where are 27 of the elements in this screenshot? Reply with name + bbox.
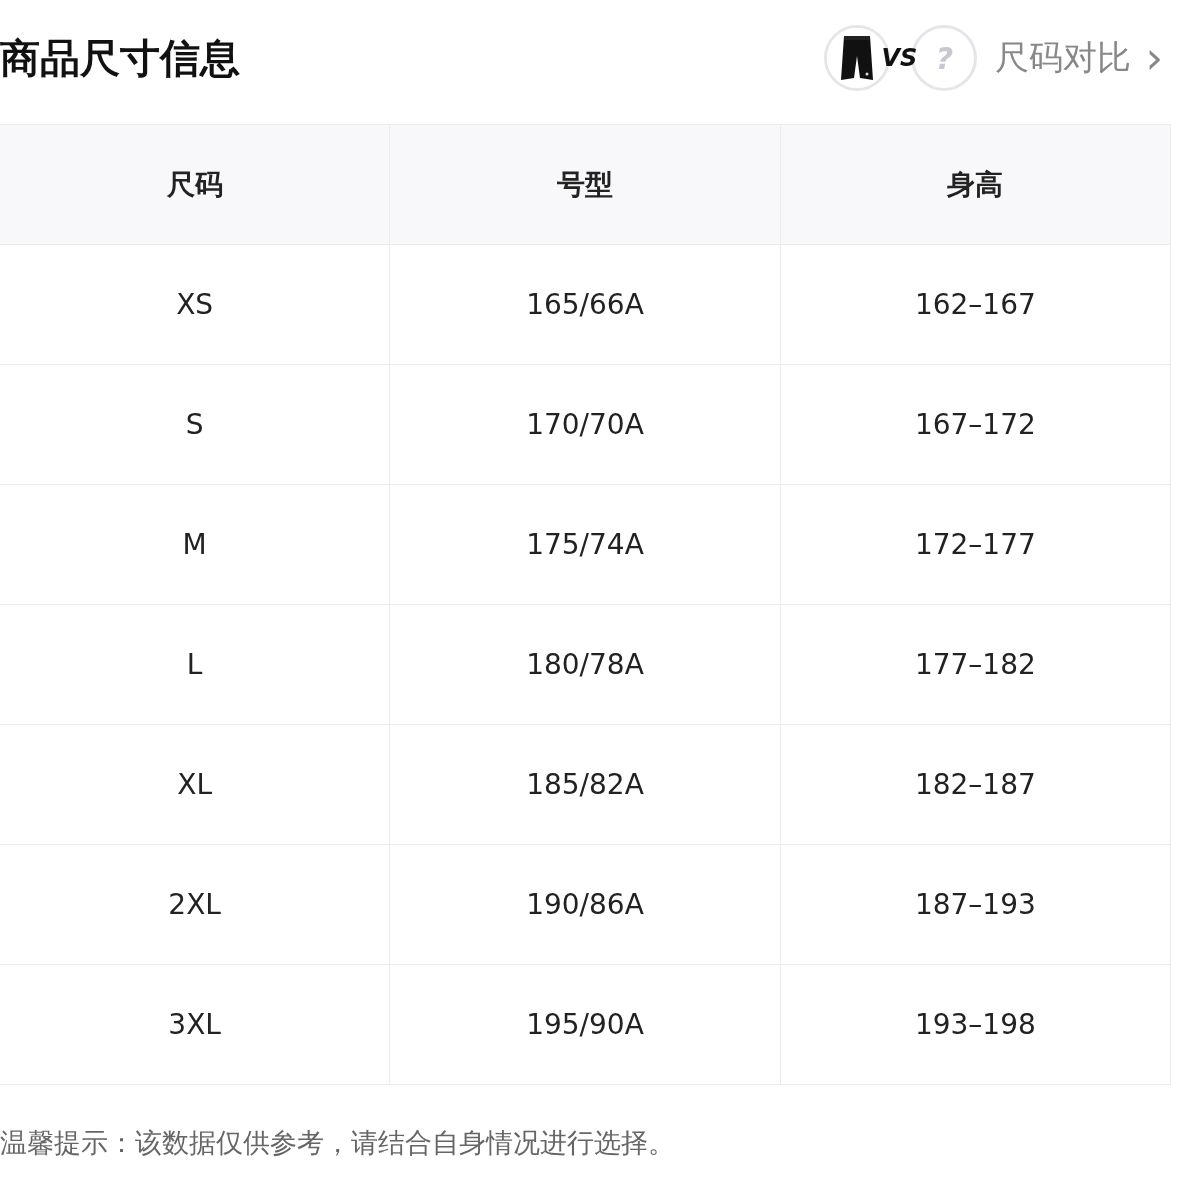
table-cell: M bbox=[0, 484, 390, 605]
table-cell: 165/66A bbox=[389, 244, 781, 365]
page-title: 商品尺寸信息 bbox=[0, 33, 240, 83]
table-cell: XL bbox=[0, 724, 390, 845]
table-cell: S bbox=[0, 364, 390, 485]
column-header: 身高 bbox=[780, 124, 1171, 245]
table-cell: 167–172 bbox=[780, 364, 1171, 485]
table-cell: 2XL bbox=[0, 844, 390, 965]
table-cell: 185/82A bbox=[389, 724, 781, 845]
column-header: 号型 bbox=[389, 124, 781, 245]
table-cell: 162–167 bbox=[780, 244, 1171, 365]
table-cell: 187–193 bbox=[780, 844, 1171, 965]
table-cell: 193–198 bbox=[780, 964, 1171, 1085]
column-header: 尺码 bbox=[0, 124, 390, 245]
table-cell: 170/70A bbox=[389, 364, 781, 485]
table-cell: 182–187 bbox=[780, 724, 1171, 845]
table-cell: 195/90A bbox=[389, 964, 781, 1085]
table-cell: 3XL bbox=[0, 964, 390, 1085]
table-cell: 190/86A bbox=[389, 844, 781, 965]
table-cell: 172–177 bbox=[780, 484, 1171, 605]
table-cell: 180/78A bbox=[389, 604, 781, 725]
table-cell: XS bbox=[0, 244, 390, 365]
table-cell: L bbox=[0, 604, 390, 725]
table-cell: 175/74A bbox=[389, 484, 781, 605]
table-cell: 177–182 bbox=[780, 604, 1171, 725]
size-compare-button[interactable]: VS ? 尺码对比 › bbox=[823, 25, 1163, 91]
tip-text: 温馨提示：该数据仅供参考，请结合自身情况进行选择。 bbox=[0, 1126, 676, 1160]
